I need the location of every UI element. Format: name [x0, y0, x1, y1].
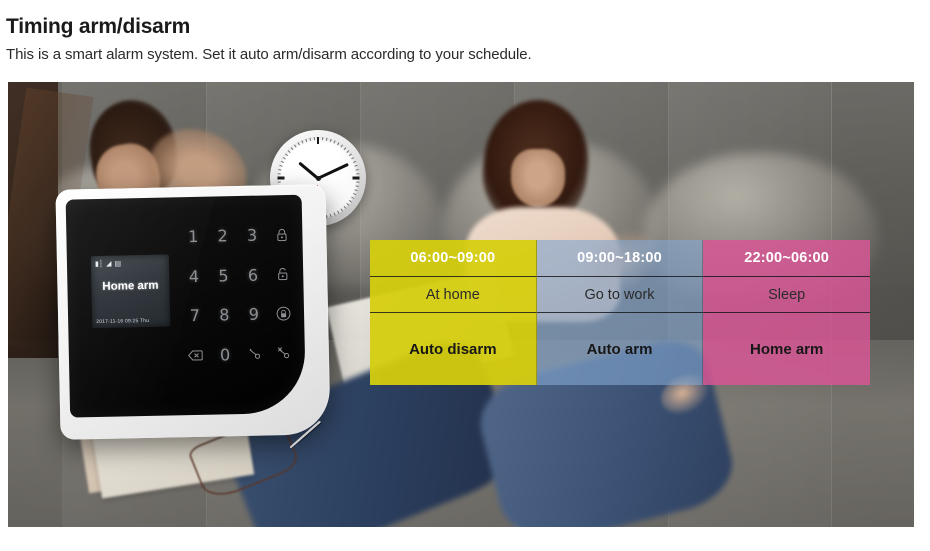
schedule-cell: Go to work	[536, 277, 704, 313]
bell-muted-icon[interactable]	[269, 333, 299, 373]
key-2[interactable]: 2	[208, 216, 238, 256]
person-woman-face	[510, 148, 566, 207]
key-3[interactable]: 3	[237, 215, 267, 255]
page-title: Timing arm/disarm	[6, 15, 191, 38]
schedule-action: Home arm	[749, 340, 824, 358]
schedule-action: Auto arm	[586, 340, 653, 358]
schedule-cell: Home arm	[703, 313, 870, 385]
schedule-state: Sleep	[768, 286, 806, 303]
schedule-time: 06:00~09:00	[410, 250, 496, 266]
key-8[interactable]: 8	[209, 295, 239, 335]
key-7[interactable]: 7	[180, 296, 210, 336]
lcd-datetime: 2017-11-16 09:25 Thu	[96, 317, 150, 326]
hero-image: ▮┆ ◢ ▤ Home arm 2017-11-16 09:25 Thu 123…	[8, 82, 914, 527]
lcd-status-bar: ▮┆ ◢ ▤	[95, 259, 165, 269]
device-lcd-screen: ▮┆ ◢ ▤ Home arm 2017-11-16 09:25 Thu	[90, 254, 171, 329]
lcd-status-text: Home arm	[102, 279, 159, 293]
schedule-cell: At home	[370, 277, 537, 313]
schedule-time: 22:00~06:00	[744, 250, 830, 266]
schedule-action: Auto disarm	[409, 340, 497, 358]
schedule-cell: Auto arm	[536, 313, 704, 385]
schedule-cell: Auto disarm	[370, 313, 537, 385]
key-5[interactable]: 5	[208, 256, 238, 296]
lock-home-icon[interactable]	[268, 294, 298, 334]
page-header: Timing arm/disarm This is a smart alarm …	[0, 0, 930, 66]
schedule-cell: 22:00~06:00	[703, 240, 870, 277]
schedule-state: At home	[425, 286, 480, 303]
speaker-grille	[261, 372, 324, 449]
schedule-table: 06:00~09:00 09:00~18:00 22:00~06:00 At home…	[370, 240, 870, 385]
schedule-time: 09:00~18:00	[577, 250, 662, 266]
battery-icon: ▤	[114, 260, 122, 268]
key-0[interactable]: 0	[210, 335, 240, 375]
backspace-icon[interactable]	[180, 335, 210, 375]
lock-closed-icon[interactable]	[266, 215, 296, 255]
schedule-cell: Sleep	[703, 277, 870, 313]
page-subtitle: This is a smart alarm system. Set it aut…	[6, 46, 532, 63]
clock-center-pin	[315, 175, 321, 181]
schedule-state: Go to work	[584, 286, 655, 303]
bell-icon[interactable]	[239, 334, 269, 374]
wifi-icon: ◢	[105, 260, 112, 268]
key-6[interactable]: 6	[238, 255, 268, 295]
schedule-cell: 06:00~09:00	[370, 240, 537, 277]
key-1[interactable]: 1	[178, 217, 208, 257]
key-9[interactable]: 9	[239, 294, 269, 334]
schedule-cell: 09:00~18:00	[536, 240, 704, 277]
key-4[interactable]: 4	[179, 256, 209, 296]
lock-open-icon[interactable]	[267, 254, 297, 294]
signal-icon: ▮┆	[94, 260, 104, 269]
device-keypad[interactable]: 1234567890	[178, 215, 299, 375]
alarm-panel-device: ▮┆ ◢ ▤ Home arm 2017-11-16 09:25 Thu 123…	[55, 184, 331, 449]
